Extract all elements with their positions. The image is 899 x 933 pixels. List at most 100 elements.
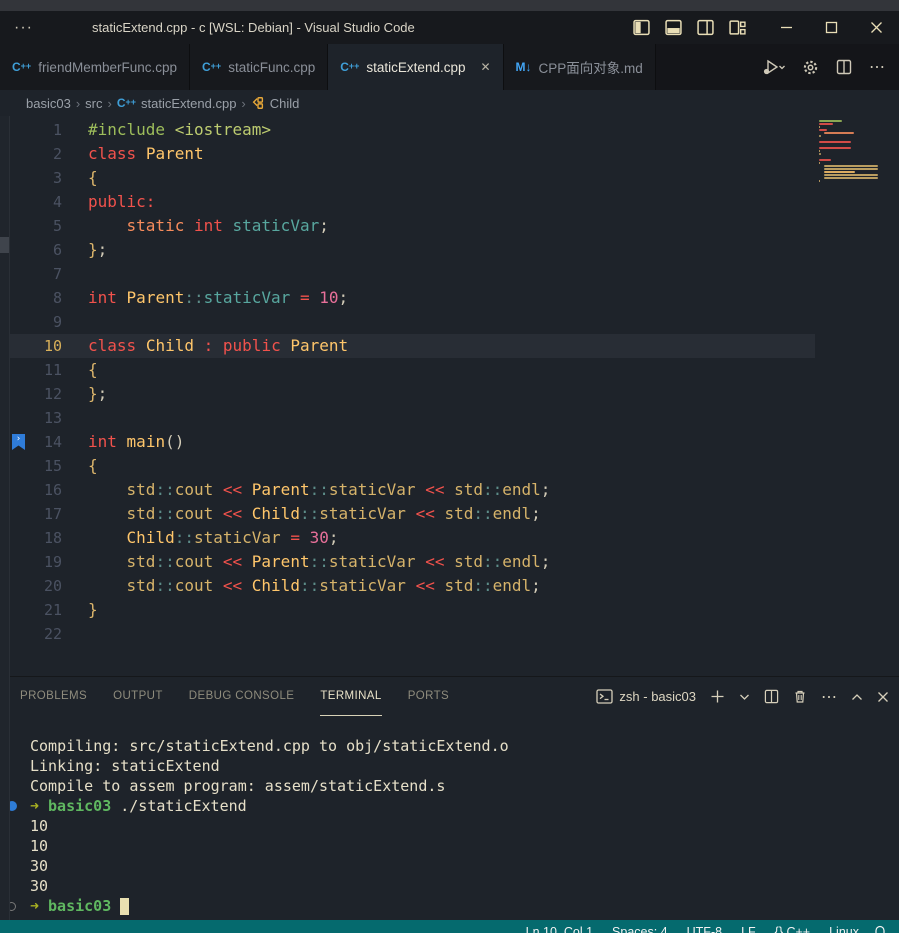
markdown-file-icon: M↓ — [516, 60, 532, 74]
new-terminal-icon[interactable] — [710, 689, 725, 704]
terminal-prompt-line: ➜ basic03 — [0, 896, 899, 916]
code-line-5[interactable]: 5 static int staticVar; — [0, 214, 899, 238]
terminal-output-line: 10 — [0, 816, 899, 836]
prompt-arrow: ➜ — [30, 896, 39, 916]
code-text: std::cout << Child::staticVar << std::en… — [62, 504, 541, 523]
gutter-indicator — [0, 237, 9, 253]
code-text: class Parent — [62, 144, 204, 163]
code-line-15[interactable]: 15{ — [0, 454, 899, 478]
maximize-panel-icon[interactable] — [851, 693, 863, 701]
panel-tab-problems[interactable]: PROBLEMS — [20, 677, 87, 716]
kill-terminal-icon[interactable] — [793, 689, 807, 704]
code-line-11[interactable]: 11{ — [0, 358, 899, 382]
breadcrumb-separator: › — [108, 96, 112, 111]
maximize-button[interactable] — [809, 11, 854, 44]
breadcrumb-label: Child — [270, 96, 300, 111]
terminal-instance[interactable]: zsh - basic03 — [596, 689, 696, 704]
panel-tab-ports[interactable]: PORTS — [408, 677, 449, 716]
code-text — [62, 624, 88, 643]
code-line-7[interactable]: 7 — [0, 262, 899, 286]
code-line-3[interactable]: 3{ — [0, 166, 899, 190]
code-line-14[interactable]: ›14int main() — [0, 430, 899, 454]
panel-tab-output[interactable]: OUTPUT — [113, 677, 163, 716]
code-line-19[interactable]: 19 std::cout << Parent::staticVar << std… — [0, 550, 899, 574]
toggle-panel-icon[interactable] — [665, 19, 682, 36]
terminal-output-line: 30 — [0, 876, 899, 896]
code-text: } — [62, 600, 98, 619]
close-panel-icon[interactable] — [877, 691, 889, 703]
code-text — [62, 312, 88, 331]
status-item-5[interactable]: Linux — [824, 925, 864, 933]
split-editor-icon[interactable] — [836, 59, 852, 75]
code-line-9[interactable]: 9 — [0, 310, 899, 334]
tab-friendMemberFunc.cpp[interactable]: C++ friendMemberFunc.cpp — [0, 44, 190, 90]
breadcrumb-label: src — [85, 96, 102, 111]
code-line-10[interactable]: 10class Child : public Parent — [0, 334, 815, 358]
tab-label: friendMemberFunc.cpp — [38, 60, 177, 75]
menu-overflow-icon[interactable]: ··· — [0, 19, 47, 37]
code-line-16[interactable]: 16 std::cout << Parent::staticVar << std… — [0, 478, 899, 502]
code-line-22[interactable]: 22 — [0, 622, 899, 646]
close-tab-icon[interactable]: ✕ — [480, 60, 490, 74]
code-line-2[interactable]: 2class Parent — [0, 142, 899, 166]
cpp-file-icon: C++ — [340, 60, 359, 74]
code-line-21[interactable]: 21} — [0, 598, 899, 622]
cpp-file-icon: C++ — [12, 60, 31, 74]
minimap[interactable] — [819, 120, 875, 186]
terminal-output-line: Compiling: src/staticExtend.cpp to obj/s… — [0, 736, 899, 756]
terminal-dropdown-icon[interactable] — [739, 693, 750, 701]
panel-tab-terminal[interactable]: TERMINAL — [320, 677, 381, 716]
status-item-0[interactable]: Ln 10, Col 1 — [521, 925, 598, 933]
code-line-13[interactable]: 13 — [0, 406, 899, 430]
split-terminal-icon[interactable] — [764, 689, 779, 704]
terminal-instance-label: zsh - basic03 — [619, 689, 696, 704]
breadcrumb-label: basic03 — [26, 96, 71, 111]
minimize-button[interactable] — [764, 11, 809, 44]
code-line-12[interactable]: 12}; — [0, 382, 899, 406]
code-text: static int staticVar; — [62, 216, 329, 235]
tab-CPP面向对象.md[interactable]: M↓CPP面向对象.md — [504, 44, 656, 90]
breadcrumb-item-basic03[interactable]: basic03 — [26, 96, 71, 111]
status-item-4[interactable]: {} C++ — [770, 925, 815, 933]
customize-layout-icon[interactable] — [729, 19, 746, 36]
code-text: { — [62, 168, 98, 187]
toggle-primary-sidebar-icon[interactable] — [633, 19, 650, 36]
notifications-bell-icon[interactable] — [873, 925, 887, 933]
code-text: #include <iostream> — [62, 120, 271, 139]
prompt-directory: basic03 — [48, 896, 111, 916]
titlebar: ··· staticExtend.cpp - c [WSL: Debian] -… — [0, 11, 899, 44]
code-text — [62, 264, 88, 283]
tab-staticExtend.cpp[interactable]: C++staticExtend.cpp✕ — [328, 44, 503, 90]
editor-left-gutter-strip — [0, 116, 10, 920]
status-item-1[interactable]: Spaces: 4 — [607, 925, 673, 933]
code-line-6[interactable]: 6}; — [0, 238, 899, 262]
close-button[interactable] — [854, 11, 899, 44]
code-text: std::cout << Parent::staticVar << std::e… — [62, 552, 550, 571]
panel-tab-debug-console[interactable]: DEBUG CONSOLE — [189, 677, 295, 716]
code-line-17[interactable]: 17 std::cout << Child::staticVar << std:… — [0, 502, 899, 526]
toggle-secondary-sidebar-icon[interactable] — [697, 19, 714, 36]
code-line-20[interactable]: 20 std::cout << Child::staticVar << std:… — [0, 574, 899, 598]
cpp-file-icon: C++ — [117, 96, 136, 110]
status-item-3[interactable]: LF — [736, 925, 761, 933]
code-line-4[interactable]: 4public: — [0, 190, 899, 214]
code-text: { — [62, 360, 98, 379]
settings-gear-icon[interactable] — [802, 59, 819, 76]
tab-staticFunc.cpp[interactable]: C++staticFunc.cpp — [190, 44, 328, 90]
terminal-output[interactable]: Compiling: src/staticExtend.cpp to obj/s… — [0, 736, 899, 916]
panel-more-icon[interactable]: ⋯ — [821, 687, 837, 707]
code-text: std::cout << Child::staticVar << std::en… — [62, 576, 541, 595]
run-or-debug-icon[interactable] — [761, 58, 785, 76]
more-actions-icon[interactable]: ⋯ — [869, 57, 885, 77]
code-line-18[interactable]: 18 Child::staticVar = 30; — [0, 526, 899, 550]
code-text: { — [62, 456, 98, 475]
breadcrumb-item-src[interactable]: src — [85, 96, 102, 111]
terminal-output-line: 10 — [0, 836, 899, 856]
breadcrumb-item-staticExtend.cpp[interactable]: C++staticExtend.cpp — [117, 96, 237, 111]
breadcrumb: basic03›src›C++staticExtend.cpp›Child — [0, 90, 899, 116]
code-line-1[interactable]: 1#include <iostream> — [0, 118, 899, 142]
code-editor[interactable]: 1#include <iostream>2class Parent3{4publ… — [0, 116, 899, 676]
breadcrumb-item-Child[interactable]: Child — [251, 96, 300, 111]
status-item-2[interactable]: UTF-8 — [682, 925, 727, 933]
code-line-8[interactable]: 8int Parent::staticVar = 10; — [0, 286, 899, 310]
